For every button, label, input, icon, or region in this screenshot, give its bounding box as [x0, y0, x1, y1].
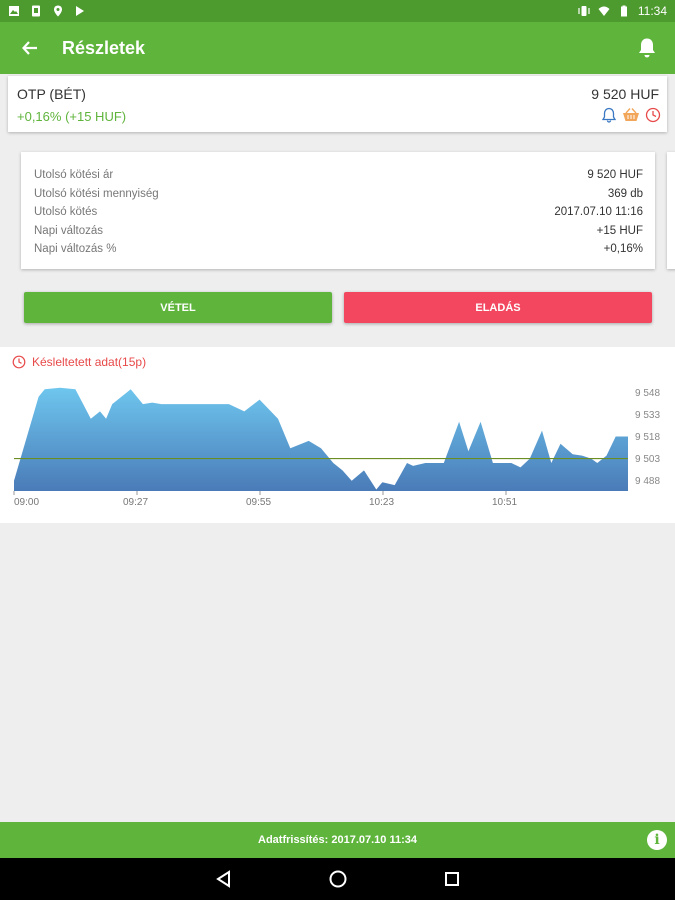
arrow-left-icon — [22, 41, 37, 55]
detail-row: Utolsó kötési mennyiség 369 db — [34, 185, 643, 204]
data-refresh-bar: Adatfrissítés: 2017.07.10 11:34 i — [0, 822, 675, 858]
y-tick-label: 9 503 — [635, 454, 660, 465]
info-icon[interactable]: i — [647, 830, 667, 850]
sim-notification-icon — [32, 5, 40, 17]
delay-notice-text: Késleltetett adat(15p) — [32, 355, 147, 369]
sell-button[interactable]: ELADÁS — [344, 292, 652, 323]
app-bar: Részletek — [0, 22, 675, 74]
buy-button[interactable]: VÉTEL — [24, 292, 332, 323]
stock-name: OTP (BÉT) — [17, 86, 86, 102]
page-title: Részletek — [62, 37, 146, 58]
x-tick-label: 09:27 — [123, 497, 148, 508]
x-tick-label: 09:00 — [14, 497, 39, 508]
price-chart-panel: 9 548 9 533 9 518 9 503 9 488 09:00 09:27 09:5… — [0, 347, 675, 523]
y-tick-label: 9 548 — [635, 388, 660, 399]
price-chart[interactable]: 9 548 9 533 9 518 9 503 9 488 09:00 09:27 09:5… — [0, 347, 675, 523]
status-time: 11:34 — [637, 4, 667, 18]
price-area-series — [14, 387, 628, 491]
detail-label: Napi változás — [34, 224, 104, 237]
back-button[interactable] — [0, 22, 60, 74]
detail-value: 9 520 HUF — [587, 169, 643, 182]
wifi-icon — [598, 6, 610, 16]
clock-icon[interactable] — [645, 107, 661, 123]
detail-row: Napi változás +15 HUF — [34, 222, 643, 241]
detail-label: Utolsó kötési mennyiség — [34, 187, 159, 200]
detail-value: +0,16% — [603, 243, 643, 256]
detail-value: 2017.07.10 11:16 — [554, 206, 643, 219]
detail-label: Utolsó kötési ár — [34, 169, 114, 182]
triangle-back-icon — [215, 870, 230, 888]
stock-price: 9 520 HUF — [591, 86, 659, 102]
y-tick-label: 9 518 — [635, 432, 660, 443]
detail-row: Utolsó kötési ár 9 520 HUF — [34, 166, 643, 185]
y-tick-label: 9 488 — [635, 476, 660, 487]
nav-home-button[interactable] — [326, 867, 350, 891]
stock-actions — [601, 107, 661, 123]
stock-change: +0,16% (+15 HUF) — [17, 109, 127, 124]
detail-label: Utolsó kötés — [34, 206, 98, 219]
status-bar: 11:34 — [0, 0, 675, 22]
detail-value: +15 HUF — [596, 224, 643, 237]
x-tick-label: 10:51 — [492, 497, 517, 508]
next-card-peek[interactable] — [667, 152, 675, 269]
nav-recents-button[interactable] — [440, 867, 464, 891]
nav-back-button[interactable] — [212, 867, 236, 891]
notifications-button[interactable] — [619, 22, 675, 74]
detail-label: Napi változás % — [34, 243, 117, 256]
circle-home-icon — [329, 870, 346, 888]
detail-row: Utolsó kötés 2017.07.10 11:16 — [34, 203, 643, 222]
clock-icon — [12, 355, 26, 369]
system-nav-bar — [0, 858, 675, 900]
refresh-label: Adatfrissítés: — [258, 834, 329, 846]
trade-details-card: Utolsó kötési ár 9 520 HUF Utolsó kötési… — [21, 152, 655, 269]
basket-icon[interactable] — [621, 107, 641, 123]
square-recents-icon — [444, 872, 459, 886]
battery-icon — [620, 5, 627, 17]
y-tick-label: 9 533 — [635, 410, 660, 421]
vibrate-icon — [578, 6, 590, 16]
location-icon — [54, 5, 62, 17]
play-store-icon — [76, 6, 84, 16]
x-tick-label: 09:55 — [246, 497, 271, 508]
stock-summary-card: OTP (BÉT) +0,16% (+15 HUF) 9 520 HUF — [8, 76, 667, 132]
bell-icon — [639, 38, 655, 58]
price-alert-bell-icon[interactable] — [601, 107, 617, 123]
detail-row: Napi változás % +0,16% — [34, 240, 643, 259]
x-tick-label: 10:23 — [369, 497, 394, 508]
refresh-time: 2017.07.10 11:34 — [331, 834, 417, 846]
detail-value: 369 db — [607, 187, 643, 200]
delay-notice: Késleltetett adat(15p) — [12, 355, 146, 369]
image-notification-icon — [9, 6, 19, 16]
